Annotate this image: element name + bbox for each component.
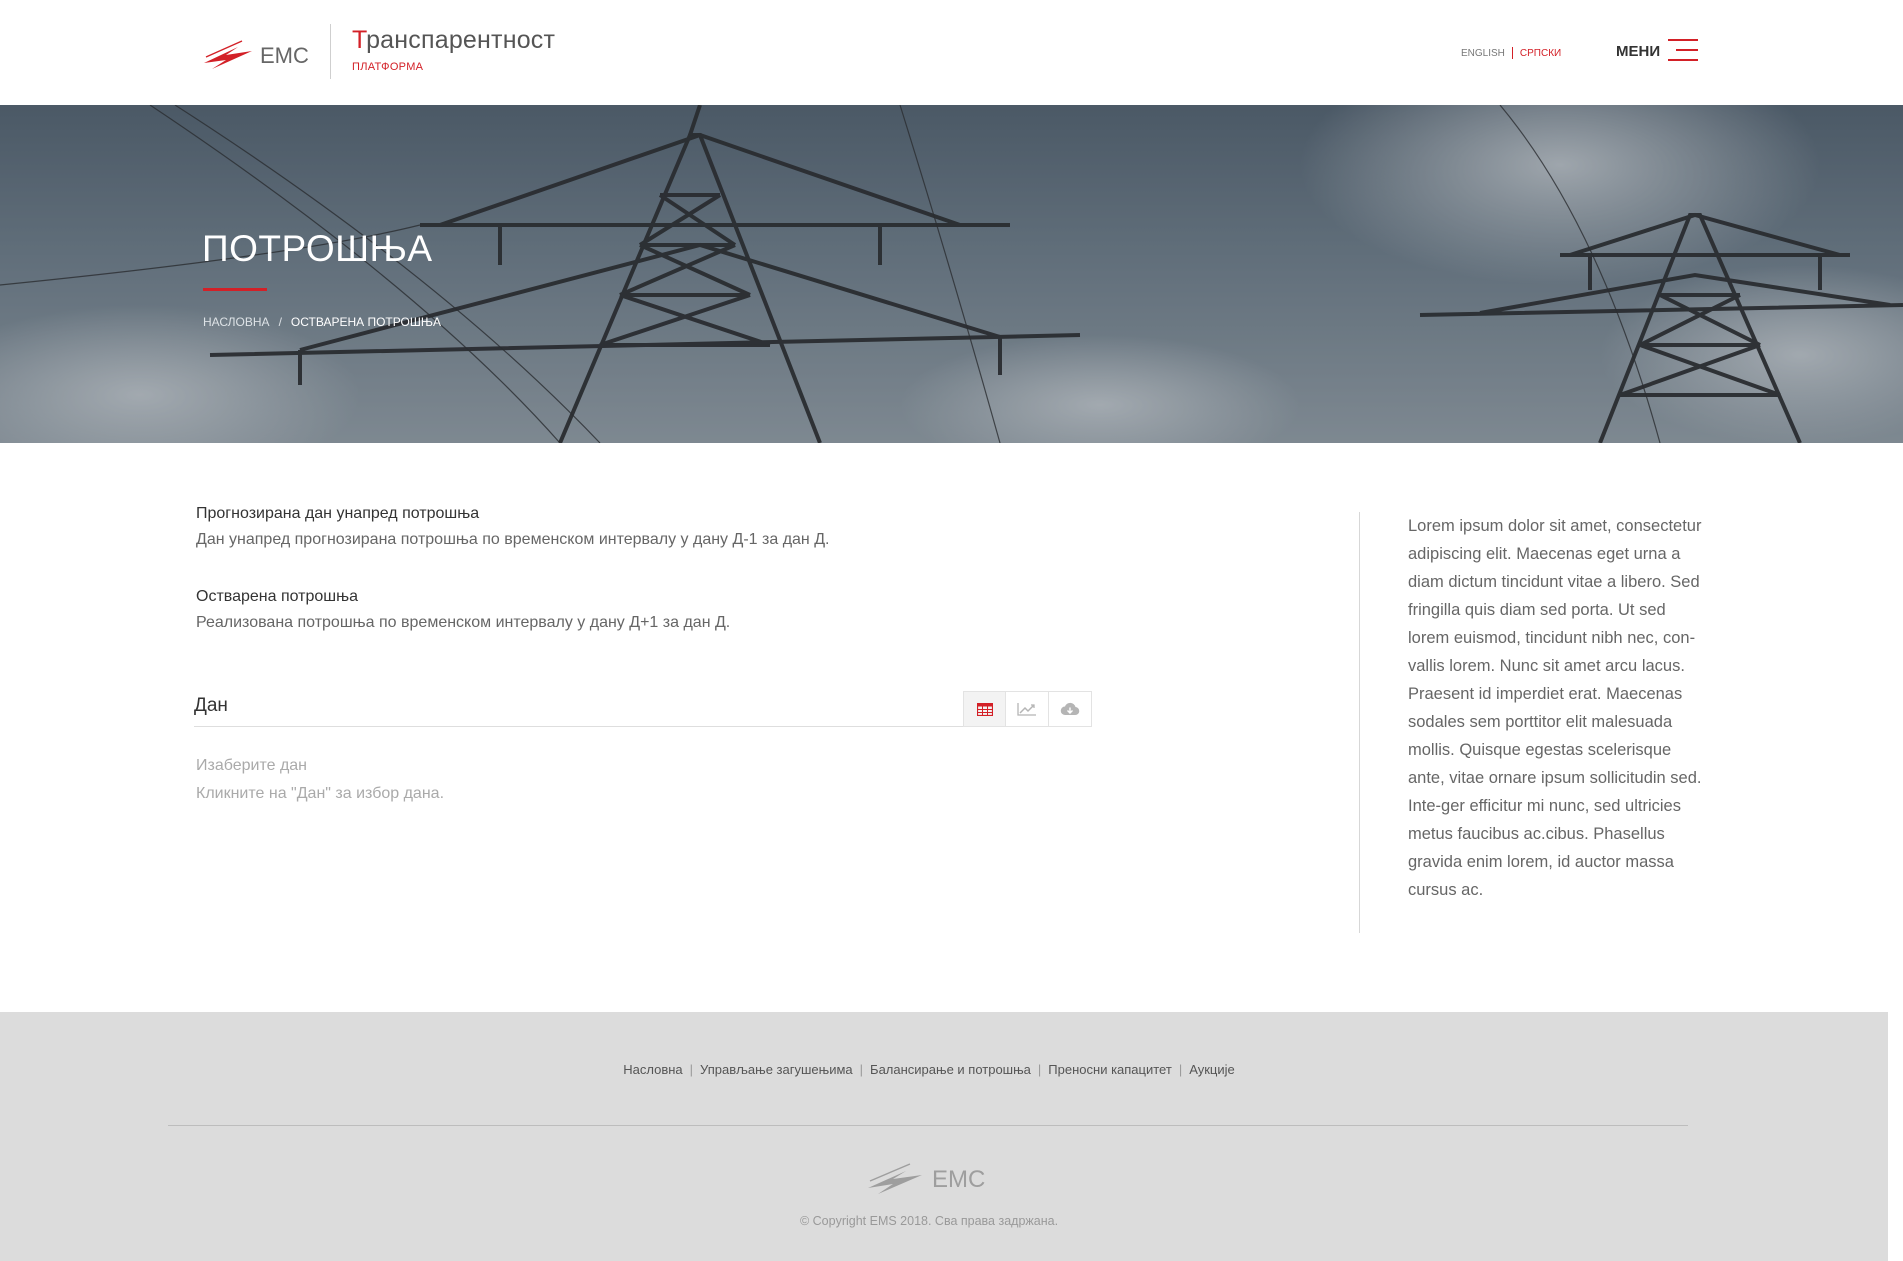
hero-banner: ПОТРОШЊА НАСЛОВНА / ОСТВАРЕНА ПОТРОШЊА — [0, 105, 1903, 443]
footer-nav-separator: | — [1037, 1062, 1042, 1077]
site-footer: Насловна | Управљање загушењима | Баланс… — [0, 1012, 1888, 1261]
bolt-logo-icon — [204, 40, 252, 69]
description-block: Прогнозирана дан унапред потрошња Дан ун… — [196, 505, 1096, 549]
logo-divider — [330, 24, 331, 79]
breadcrumb-current: ОСТВАРЕНА ПОТРОШЊА — [290, 315, 441, 329]
chart-view-button[interactable] — [1006, 691, 1049, 727]
day-picker-button[interactable]: Дан — [194, 695, 228, 717]
copyright: © Copyright EMS 2018. Сва права задржана… — [799, 1214, 1059, 1228]
power-tower-background — [0, 105, 1903, 443]
sidebar-divider — [1359, 512, 1360, 933]
description-title: Остварена потрошња — [196, 588, 359, 605]
brand-subtitle: ПЛАТФОРМА — [352, 61, 424, 73]
footer-divider — [168, 1125, 1688, 1126]
footer-nav-separator: | — [689, 1062, 694, 1077]
footer-link-transfer-capacity[interactable]: Преносни капацитет — [1048, 1062, 1172, 1077]
footer-link-auctions[interactable]: Аукције — [1189, 1062, 1235, 1077]
table-view-button[interactable] — [963, 691, 1006, 727]
description-text: Реализована потрошња по временском интер… — [196, 614, 731, 631]
lang-serbian-link[interactable]: СРПСКИ — [1520, 48, 1561, 59]
footer-link-balancing[interactable]: Балансирање и потрошња — [870, 1062, 1031, 1077]
footer-nav-separator: | — [859, 1062, 864, 1077]
menu-label[interactable]: МЕНИ — [1616, 43, 1660, 60]
bolt-logo-icon — [868, 1163, 922, 1194]
description-block: Остварена потрошња Реализована потрошња … — [196, 588, 1096, 632]
lang-english-link[interactable]: ENGLISH — [1461, 48, 1505, 59]
table-icon — [976, 702, 993, 716]
empty-state-text: Кликните на "Дан" за избор дана. — [196, 785, 445, 802]
sidebar-text: Lorem ipsum dolor sit amet, consectetur … — [1408, 517, 1702, 899]
footer-nav-separator: | — [1178, 1062, 1183, 1077]
main-content: Прогнозирана дан унапред потрошња Дан ун… — [196, 505, 1096, 671]
footer-nav: Насловна | Управљање загушењима | Баланс… — [0, 1062, 1858, 1077]
brand-first-letter: Т — [352, 26, 367, 54]
logo-text: EMC — [260, 43, 309, 68]
brand-rest: ранспарентност — [366, 26, 556, 54]
view-toggle-group — [963, 691, 1092, 727]
breadcrumb-home-link[interactable]: НАСЛОВНА — [203, 315, 270, 329]
empty-state: Изаберите дан Кликните на "Дан" за избор… — [196, 752, 444, 808]
footer-logo[interactable]: EMC — [866, 1156, 992, 1198]
download-button[interactable] — [1049, 691, 1092, 727]
day-toolbar: Дан — [194, 690, 1092, 727]
site-header: EMC Транспарентност ПЛАТФОРМА ENGLISH СР… — [0, 0, 1903, 105]
description-title: Прогнозирана дан унапред потрошња — [196, 505, 480, 522]
language-switcher: ENGLISH СРПСКИ — [1461, 47, 1561, 59]
line-chart-icon — [1017, 703, 1036, 716]
footer-logo-text: EMC — [932, 1166, 985, 1193]
footer-link-home[interactable]: Насловна — [623, 1062, 682, 1077]
empty-state-title: Изаберите дан — [196, 757, 308, 774]
cloud-download-icon — [1060, 702, 1080, 716]
ems-logo[interactable]: EMC — [202, 33, 310, 73]
brand-title[interactable]: Транспарентност — [352, 26, 555, 55]
hamburger-icon[interactable] — [1668, 39, 1698, 63]
footer-link-congestion[interactable]: Управљање загушењима — [700, 1062, 853, 1077]
title-underline — [203, 288, 267, 291]
page-title: ПОТРОШЊА — [202, 228, 433, 269]
breadcrumb: НАСЛОВНА / ОСТВАРЕНА ПОТРОШЊА — [203, 315, 441, 329]
description-text: Дан унапред прогнозирана потрошња по вре… — [196, 531, 830, 548]
breadcrumb-separator: / — [278, 315, 282, 329]
lang-divider — [1511, 47, 1513, 59]
